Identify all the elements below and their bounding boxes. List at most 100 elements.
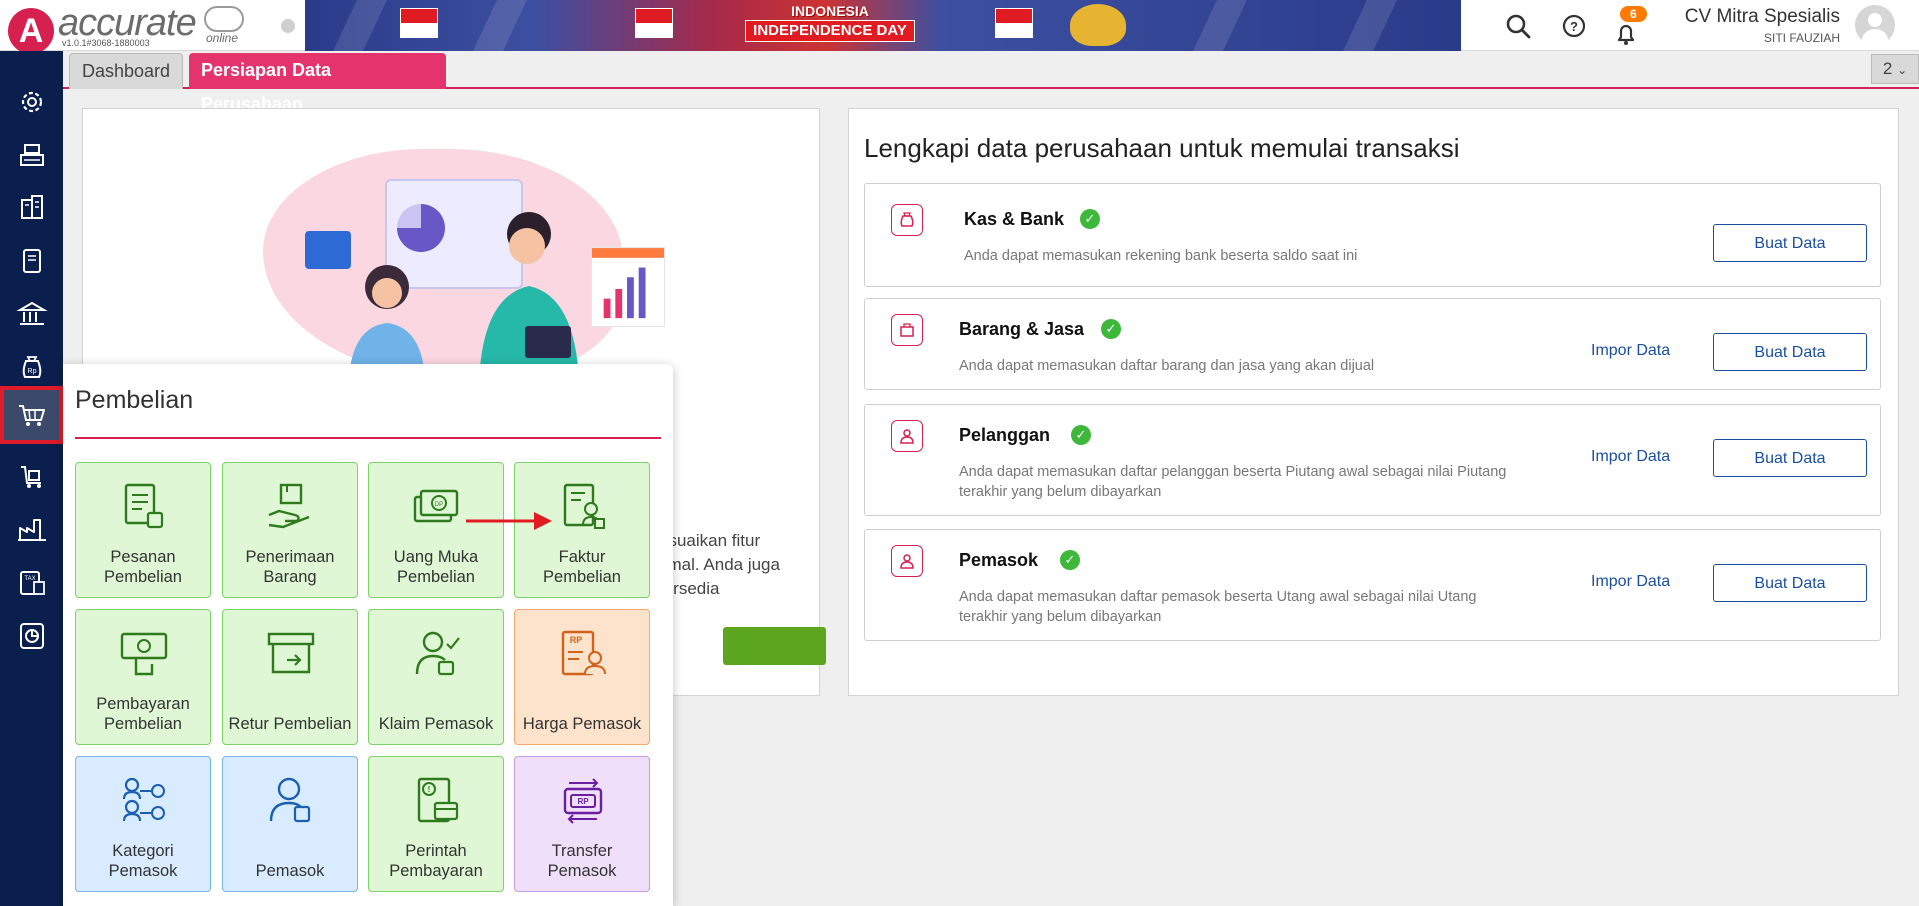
- row-description: Anda dapat memasukan daftar barang dan j…: [959, 358, 1375, 374]
- open-tabs-dropdown[interactable]: 2 ⌄: [1871, 54, 1919, 84]
- illustration-man: [479, 212, 579, 381]
- notification-badge[interactable]: 6: [1620, 6, 1647, 22]
- check-icon: ✓: [1101, 319, 1121, 339]
- row-title: Pelanggan: [959, 425, 1051, 445]
- top-header: A accurate online v1.0.1#3068-1880003 IN…: [0, 0, 1919, 54]
- tab-persiapan-data-perusahaan[interactable]: Persiapan Data Perusahaan: [189, 53, 446, 114]
- sidebar-item-reports[interactable]: [0, 610, 63, 662]
- vendor-icon: [269, 777, 311, 823]
- tab-bar: Dashboard Persiapan Data Perusahaan 2 ⌄: [63, 51, 1919, 114]
- vendor-icon: [891, 545, 923, 577]
- accurate-logo-icon[interactable]: A: [8, 8, 54, 54]
- panel-divider: [75, 437, 661, 439]
- garuda-emblem-icon: [1070, 4, 1126, 46]
- indonesia-flag-icon: [995, 8, 1033, 38]
- row-description: Anda dapat memasukan rekening bank beser…: [964, 248, 1358, 264]
- tile-kategori-pemasok[interactable]: Kategori Pemasok: [75, 756, 211, 892]
- welcome-action-button[interactable]: [723, 627, 826, 665]
- purchase-payment-icon: [120, 632, 168, 676]
- tile-harga-pemasok[interactable]: RP Harga Pemasok: [514, 609, 650, 745]
- sidebar: Rp TAX: [0, 51, 63, 906]
- impor-data-link[interactable]: Impor Data: [1591, 573, 1670, 591]
- svg-text:RP: RP: [577, 797, 589, 806]
- checklist-title: Lengkapi data perusahaan untuk memulai t…: [864, 133, 1460, 163]
- impor-data-link[interactable]: Impor Data: [1591, 448, 1670, 466]
- purchase-invoice-icon: [563, 483, 605, 529]
- cloud-icon: [204, 6, 244, 32]
- indonesia-flag-icon: [635, 8, 673, 38]
- app-suffix: online: [206, 31, 239, 45]
- banner-stripe: [333, 0, 387, 51]
- checklist-row-barang-jasa: Barang & Jasa ✓ Anda dapat memasukan daf…: [864, 298, 1881, 390]
- tax-icon: TAX: [19, 571, 45, 595]
- row-title: Pemasok: [959, 550, 1039, 570]
- row-title: Barang & Jasa: [959, 319, 1085, 339]
- check-icon: ✓: [1071, 425, 1091, 445]
- purchase-order-icon: [124, 483, 164, 529]
- buat-data-button[interactable]: Buat Data: [1713, 564, 1867, 602]
- sidebar-item-settings[interactable]: [0, 76, 63, 128]
- tile-retur-pembelian[interactable]: Retur Pembelian: [222, 609, 358, 745]
- tab-dashboard[interactable]: Dashboard: [69, 53, 183, 89]
- row-description: Anda dapat memasukan daftar pemasok bese…: [959, 589, 1477, 625]
- cash-register-icon: [19, 144, 44, 166]
- tile-pemasok[interactable]: Pemasok: [222, 756, 358, 892]
- panel-title: Pembelian: [75, 386, 194, 414]
- annotation-arrow-icon: [466, 512, 552, 530]
- setup-checklist-card: Lengkapi data perusahaan untuk memulai t…: [848, 108, 1899, 696]
- shopping-cart-icon: [18, 405, 45, 426]
- tile-penerimaan-barang[interactable]: Penerimaan Barang: [222, 462, 358, 598]
- money-bag-icon: Rp: [22, 356, 41, 378]
- avatar[interactable]: [1855, 5, 1895, 45]
- money-bag-icon: [891, 204, 923, 236]
- vendor-claim-icon: [415, 631, 460, 676]
- sidebar-item-bank[interactable]: [0, 288, 63, 340]
- sidebar-item-factory[interactable]: [0, 504, 63, 556]
- svg-text:DP: DP: [435, 502, 443, 508]
- check-icon: ✓: [1060, 550, 1080, 570]
- sidebar-item-purchase[interactable]: [0, 386, 63, 444]
- banner-title: INDONESIA INDEPENDENCE DAY: [745, 3, 915, 42]
- checklist-row-pelanggan: Pelanggan ✓ Anda dapat memasukan daftar …: [864, 404, 1881, 516]
- sidebar-item-buildings[interactable]: [0, 182, 63, 234]
- row-description: Anda dapat memasukan daftar pelanggan be…: [959, 464, 1507, 500]
- tile-klaim-pemasok[interactable]: Klaim Pemasok: [368, 609, 504, 745]
- impor-data-link[interactable]: Impor Data: [1591, 342, 1670, 360]
- tile-perintah-pembayaran[interactable]: ! Perintah Pembayaran: [368, 756, 504, 892]
- search-icon[interactable]: [1504, 12, 1532, 40]
- svg-text:Rp: Rp: [27, 368, 36, 375]
- sidebar-item-inventory[interactable]: [0, 451, 63, 503]
- trolley-icon: [20, 466, 41, 488]
- goods-receipt-icon: [268, 483, 310, 529]
- checklist-row-pemasok: Pemasok ✓ Anda dapat memasukan daftar pe…: [864, 529, 1881, 641]
- svg-text:TAX: TAX: [24, 576, 35, 582]
- help-icon[interactable]: ?: [1560, 12, 1588, 40]
- sidebar-item-company[interactable]: [0, 129, 63, 181]
- bell-icon[interactable]: [1612, 20, 1640, 48]
- purchase-return-icon: [267, 632, 315, 674]
- pembelian-menu-panel: Pembelian Pesanan Pembelian Penerimaan Bar…: [63, 364, 673, 906]
- buat-data-button[interactable]: Buat Data: [1713, 439, 1867, 477]
- check-icon: ✓: [1080, 209, 1100, 229]
- gear-icon: [21, 91, 42, 113]
- illustration-woman: [349, 265, 425, 377]
- sidebar-item-tax[interactable]: TAX: [0, 557, 63, 609]
- buat-data-button[interactable]: Buat Data: [1713, 333, 1867, 371]
- customer-icon: [891, 420, 923, 452]
- building-icon: [20, 195, 43, 219]
- sidebar-item-ledger[interactable]: [0, 235, 63, 287]
- row-title: Kas & Bank: [964, 209, 1065, 229]
- vendor-category-icon: [122, 777, 165, 822]
- checklist-row-kas-bank: Kas & Bank ✓ Anda dapat memasukan rekeni…: [864, 183, 1881, 287]
- company-name[interactable]: CV Mitra Spesialis: [1662, 6, 1840, 28]
- independence-day-banner: INDONESIA INDEPENDENCE DAY: [305, 0, 1461, 51]
- bank-icon: [15, 301, 48, 325]
- tile-pesanan-pembelian[interactable]: Pesanan Pembelian: [75, 462, 211, 598]
- tile-pembayaran-pembelian[interactable]: Pembayaran Pembelian: [75, 609, 211, 745]
- chevron-down-icon: ⌄: [1897, 63, 1908, 77]
- buat-data-button[interactable]: Buat Data: [1713, 224, 1867, 262]
- welcome-text: esuaikan fitur timal. Anda juga tersedia: [659, 531, 780, 598]
- box-icon: [891, 314, 923, 346]
- tile-transfer-pemasok[interactable]: RP Transfer Pemasok: [514, 756, 650, 892]
- svg-text:?: ?: [1570, 19, 1578, 34]
